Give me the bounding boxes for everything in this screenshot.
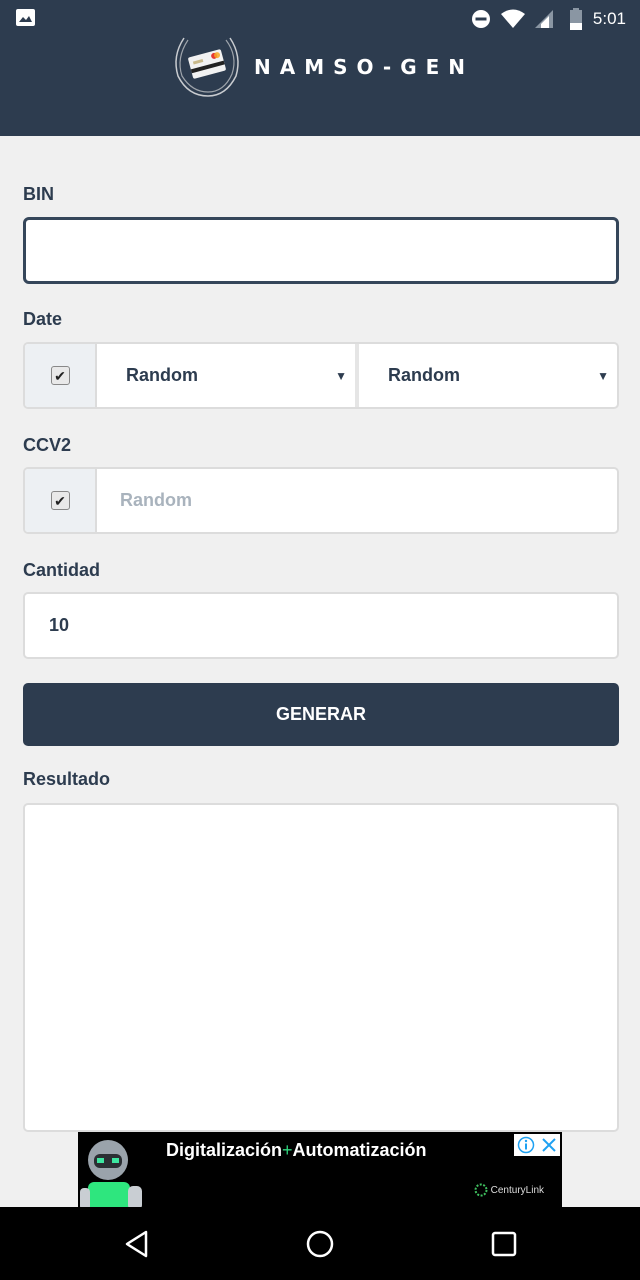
ccv2-input-group: ✔ Random — [23, 467, 619, 534]
ccv2-label: CCV2 — [23, 435, 72, 455]
ccv2-checkbox-addon: ✔ — [25, 469, 97, 532]
ad-info-icon[interactable] — [517, 1136, 535, 1154]
date-checkbox-addon: ✔ — [25, 344, 97, 407]
ccv2-placeholder: Random — [120, 490, 192, 510]
ad-brand-name: CenturyLink — [490, 1184, 544, 1196]
ad-headline-part1: Digitalización — [166, 1140, 283, 1160]
ad-close-icon[interactable] — [541, 1137, 557, 1153]
bin-label: BIN — [23, 184, 54, 204]
app-logo: NAMSO-GEN — [170, 34, 474, 100]
date-checkbox[interactable]: ✔ — [50, 366, 70, 385]
recents-icon[interactable] — [489, 1229, 519, 1259]
ad-brand: CenturyLink — [474, 1183, 544, 1197]
wifi-icon — [500, 9, 525, 28]
bin-input[interactable] — [23, 217, 619, 284]
generate-button[interactable]: GENERAR — [23, 683, 619, 746]
home-icon[interactable] — [305, 1229, 335, 1259]
checkmark-icon: ✔ — [54, 492, 66, 509]
year-select-value: Random — [388, 365, 460, 385]
month-select-value: Random — [126, 365, 198, 385]
date-label: Date — [23, 309, 63, 329]
caret-down-icon: ▼ — [597, 368, 609, 383]
image-notification-icon — [16, 9, 35, 26]
status-time: 5:01 — [592, 9, 626, 28]
ccv2-input[interactable]: Random — [97, 469, 617, 532]
credit-card-laurel-icon — [175, 37, 239, 97]
battery-icon — [569, 8, 582, 30]
back-icon[interactable] — [122, 1229, 152, 1259]
checkmark-icon: ✔ — [54, 367, 66, 384]
ad-headline-part2: Automatización — [292, 1140, 427, 1160]
resultado-textarea[interactable] — [23, 803, 619, 1132]
ad-banner[interactable]: Digitalización+Automatización CenturyLin… — [78, 1132, 562, 1207]
cantidad-input[interactable]: 10 — [23, 592, 619, 659]
ad-controls — [514, 1134, 560, 1156]
app-name: NAMSO-GEN — [254, 55, 475, 79]
month-select[interactable]: Random ▼ — [97, 344, 355, 407]
app-header: 5:01 NAMSO-GEN — [0, 0, 640, 136]
do-not-disturb-icon — [471, 10, 490, 28]
status-bar: 5:01 — [0, 0, 640, 38]
ccv2-checkbox[interactable]: ✔ — [50, 491, 70, 510]
cell-signal-icon — [534, 10, 553, 28]
year-select[interactable]: Random ▼ — [355, 344, 617, 407]
caret-down-icon: ▼ — [335, 368, 347, 383]
ad-headline: Digitalización+Automatización — [166, 1140, 427, 1161]
ad-plus: + — [282, 1140, 293, 1160]
date-input-group: ✔ Random ▼ Random ▼ — [23, 342, 619, 409]
cantidad-label: Cantidad — [23, 560, 101, 580]
resultado-label: Resultado — [23, 769, 111, 789]
navigation-bar — [0, 1207, 640, 1280]
robot-icon — [80, 1140, 142, 1207]
cantidad-value: 10 — [49, 615, 70, 635]
centurylink-logo-icon — [474, 1183, 488, 1197]
